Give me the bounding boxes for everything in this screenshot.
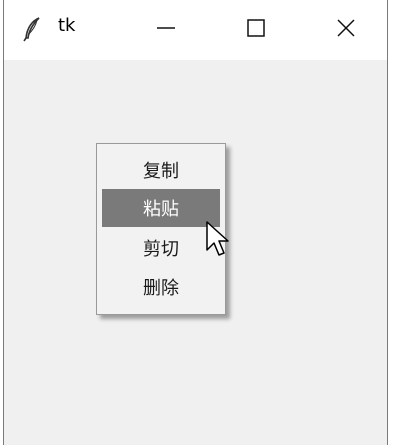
mouse-cursor-icon [205,220,231,260]
app-window: tk 复制 粘贴 剪切 删除 [3,0,388,445]
menu-item-copy[interactable]: 复制 [102,151,220,189]
window-title: tk [58,15,76,36]
title-bar[interactable]: tk [4,0,387,60]
minimize-icon [156,18,176,42]
feather-icon [22,16,44,42]
menu-item-paste[interactable]: 粘贴 [102,189,220,227]
maximize-icon [246,18,266,42]
menu-item-cut[interactable]: 剪切 [102,229,220,267]
close-button[interactable] [316,0,376,60]
menu-item-delete[interactable]: 删除 [102,268,220,306]
client-area: 复制 粘贴 剪切 删除 [4,60,387,445]
maximize-button[interactable] [226,0,286,60]
close-icon [336,18,356,42]
minimize-button[interactable] [136,0,196,60]
